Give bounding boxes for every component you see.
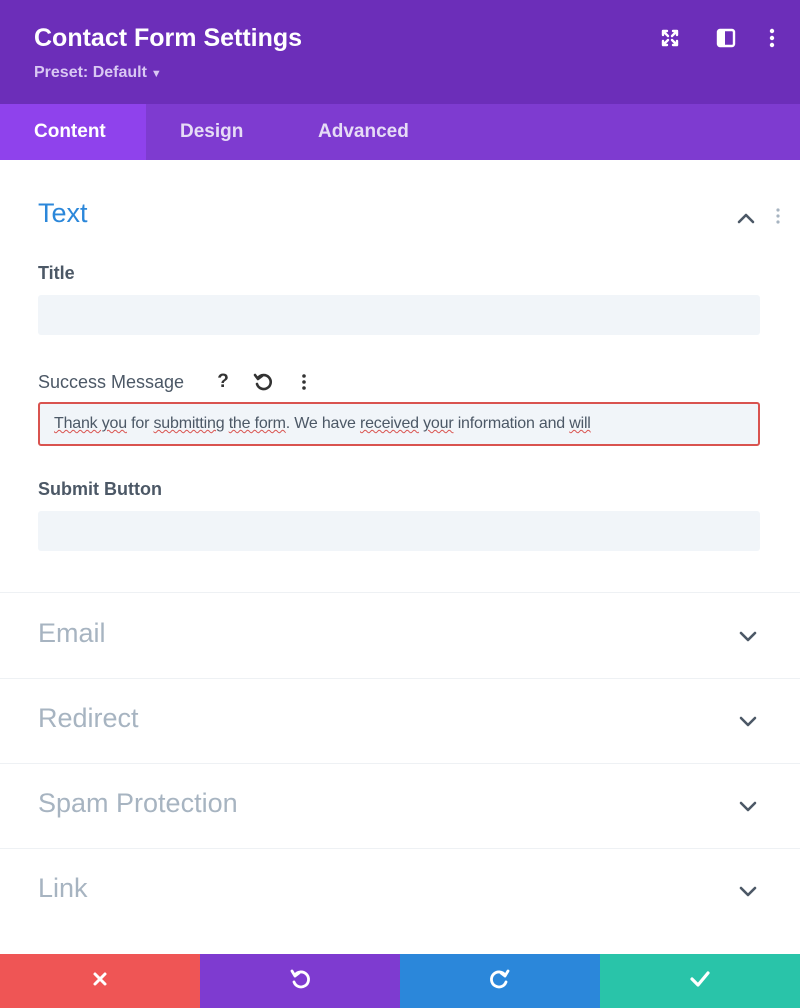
tab-design[interactable]: Design [146,104,282,160]
section-title-spam-protection: Spam Protection [38,788,238,818]
cancel-button[interactable] [0,954,200,1008]
section-link[interactable]: Link [0,849,800,933]
kebab-menu-icon[interactable] [756,22,788,54]
sidebar-toggle-icon[interactable] [710,22,742,54]
settings-header: Contact Form Settings Preset: Default ▼ [0,0,800,104]
redo-button[interactable] [400,954,600,1008]
undo-button[interactable] [200,954,400,1008]
chevron-down-icon[interactable] [734,877,762,905]
caret-down-icon: ▼ [150,68,162,80]
redo-icon [489,968,511,995]
message-text: submitting [153,415,225,432]
preset-label: Preset: Default [34,64,147,81]
undo-icon [289,968,311,995]
message-text: the form [228,415,286,432]
section-title-redirect: Redirect [38,703,139,733]
title-input[interactable] [38,295,760,335]
action-bar [0,954,800,1008]
message-text: received [359,415,419,432]
message-text: for [126,415,154,432]
kebab-menu-icon[interactable] [292,370,316,394]
chevron-down-icon[interactable] [734,707,762,735]
close-icon [91,970,109,993]
success-message-input[interactable]: Thank you for submitting the form. We ha… [38,402,760,446]
section-title-email: Email [38,618,106,648]
section-email[interactable]: Email [0,594,800,678]
submit-button-label: Submit Button [38,479,162,499]
tab-bar: Content Design Advanced [0,104,800,160]
submit-button-input[interactable] [38,511,760,551]
section-spam-protection[interactable]: Spam Protection [0,764,800,848]
save-button[interactable] [600,954,800,1008]
help-icon[interactable]: ? [211,370,235,394]
tab-advanced[interactable]: Advanced [282,104,409,160]
section-redirect[interactable]: Redirect [0,679,800,763]
message-text: . We have [285,415,360,432]
check-icon [689,970,711,993]
title-field-label: Title [38,263,75,283]
section-kebab-icon[interactable] [770,204,786,228]
section-title-text[interactable]: Text [38,198,88,229]
reset-icon[interactable] [251,370,275,394]
message-text: information and [453,415,570,432]
section-divider [0,592,800,593]
expand-icon[interactable] [654,22,686,54]
message-text: Thank you [54,415,127,432]
success-message-label: Success Message [38,372,185,392]
settings-panel: Text Title Success Message ? Thank you f… [0,160,800,954]
chevron-up-icon[interactable] [732,204,760,232]
message-text: your [423,415,454,432]
preset-dropdown[interactable]: Preset: Default ▼ [34,64,162,82]
chevron-down-icon[interactable] [734,792,762,820]
message-text: will [569,415,591,432]
tab-content[interactable]: Content [0,104,146,160]
modal-title: Contact Form Settings [34,24,303,52]
section-title-link: Link [38,873,88,903]
chevron-down-icon[interactable] [734,622,762,650]
